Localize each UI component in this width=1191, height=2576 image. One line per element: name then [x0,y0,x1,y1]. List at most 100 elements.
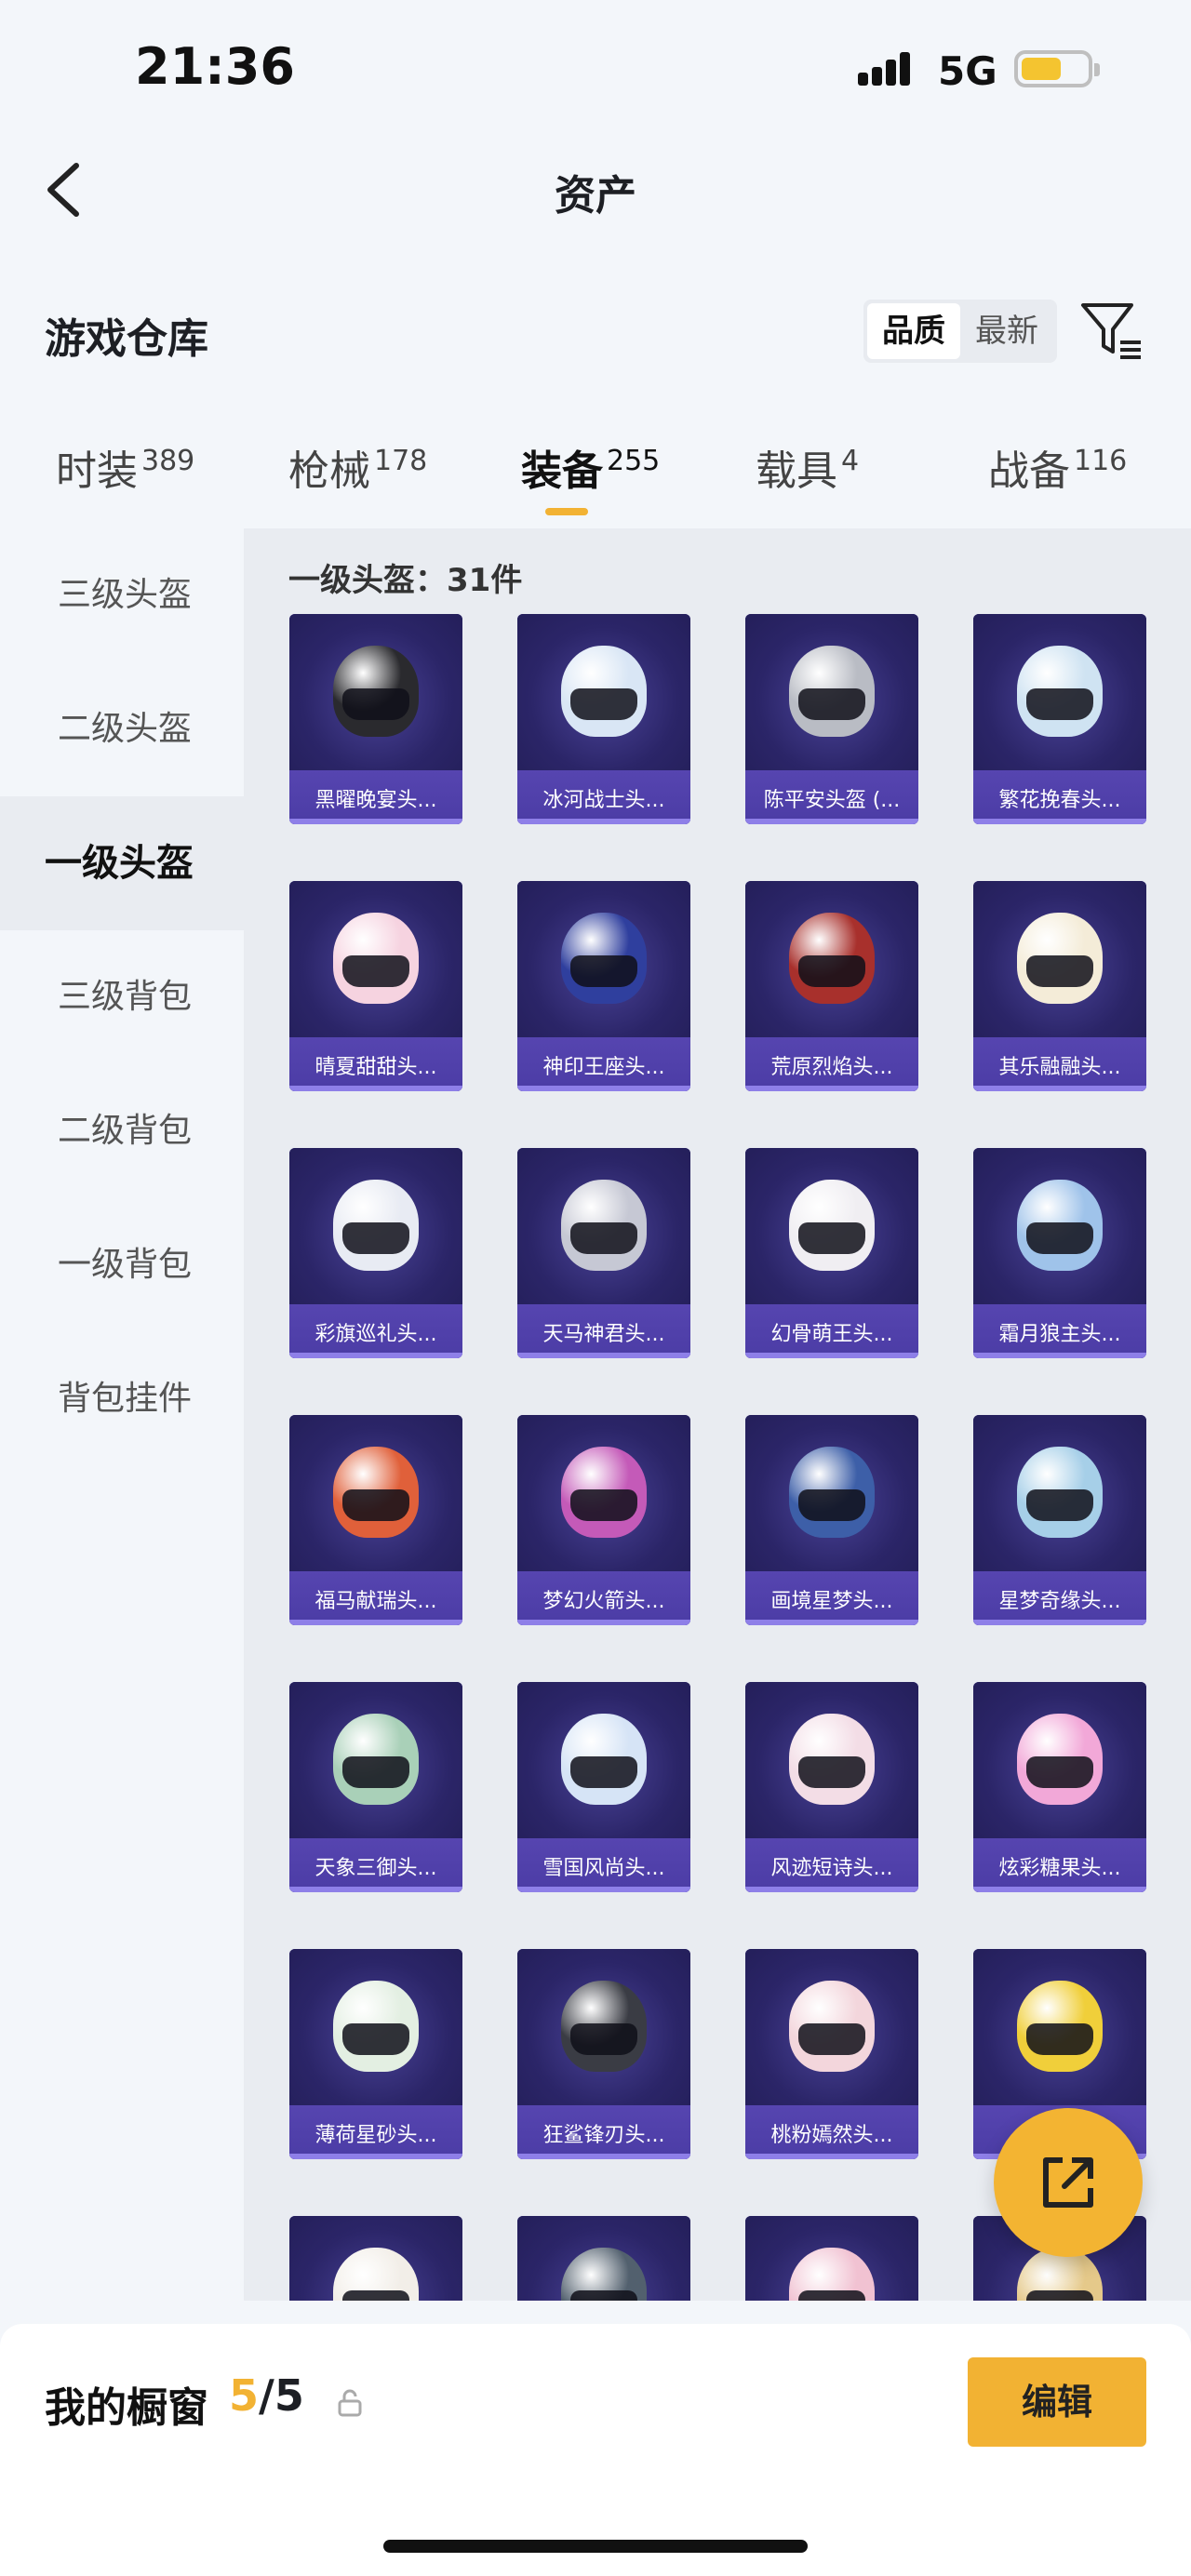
sidebar-item-level1-backpack[interactable]: 一级背包 [0,1198,244,1332]
item-card[interactable]: 彩旗巡礼头... [289,1148,462,1358]
item-name: 天马神君头... [542,1323,665,1346]
item-card[interactable]: 晴夏甜甜头... [289,881,462,1091]
sidebar-item-level1-helmet[interactable]: 一级头盔 [0,796,244,930]
item-card[interactable] [289,2216,462,2301]
tab-fashion[interactable]: 时装 389 [56,437,194,521]
tab-vehicles[interactable]: 载具 4 [756,437,859,521]
item-card[interactable]: 天象三御头... [289,1682,462,1892]
item-image [745,614,918,770]
item-card[interactable]: 冰河战士头... [517,614,690,824]
item-card[interactable]: 荒原烈焰头... [745,881,918,1091]
item-image [517,2216,690,2301]
item-name: 神印王座头... [542,1056,665,1079]
item-card[interactable]: 霜月狼主头... [973,1148,1146,1358]
sort-newest-button[interactable]: 最新 [960,303,1053,359]
item-rarity-strip [745,2154,918,2159]
item-name: 彩旗巡礼头... [314,1323,437,1346]
item-name: 天象三御头... [314,1857,437,1880]
tab-label: 时装 [56,447,138,495]
item-card[interactable]: 陈平安头盔 (... [745,614,918,824]
helmet-icon [789,1180,875,1271]
item-card[interactable]: 福马献瑞头... [289,1415,462,1625]
item-name: 画境星梦头... [770,1590,893,1613]
item-card[interactable]: 繁花挽春头... [973,614,1146,824]
item-card[interactable] [745,2216,918,2301]
item-image [973,614,1146,770]
item-rarity-strip [517,1086,690,1091]
lock-icon [337,2389,363,2417]
item-rarity-strip [517,819,690,824]
tab-count: 255 [607,445,661,477]
item-card[interactable]: 画境星梦头... [745,1415,918,1625]
item-card[interactable]: 天马神君头... [517,1148,690,1358]
filter-icon[interactable] [1079,300,1144,361]
sidebar-item-level2-helmet[interactable]: 二级头盔 [0,662,244,796]
helmet-icon [561,2248,647,2301]
showcase-count: 5/5 [229,2370,304,2421]
item-name: 梦幻火箭头... [542,1590,665,1613]
item-image [289,614,462,770]
helmet-icon [789,646,875,737]
item-name: 桃粉嫣然头... [770,2124,893,2147]
item-name: 黑曜晚宴头... [314,789,437,812]
item-card[interactable]: 桃粉嫣然头... [745,1949,918,2159]
item-image [973,881,1146,1037]
item-card[interactable]: 风迹短诗头... [745,1682,918,1892]
item-rarity-strip [289,1620,462,1625]
sidebar-item-level3-backpack[interactable]: 三级背包 [0,930,244,1064]
tab-equipment[interactable]: 装备 255 [521,437,660,521]
item-name: 繁花挽春头... [998,789,1121,812]
item-image [745,1415,918,1571]
tab-label: 载具 [756,447,837,495]
item-rarity-strip [517,2154,690,2159]
item-card[interactable]: 梦幻火箭头... [517,1415,690,1625]
network-label: 5G [938,48,997,94]
item-card[interactable]: 其乐融融头... [973,881,1146,1091]
item-card[interactable]: 神印王座头... [517,881,690,1091]
tab-combat-gear[interactable]: 战备 116 [988,437,1127,521]
helmet-icon [561,913,647,1004]
tab-label: 枪械 [288,447,370,495]
helmet-icon [333,1180,419,1271]
item-card[interactable]: 幻骨萌王头... [745,1148,918,1358]
sidebar-item-level3-helmet[interactable]: 三级头盔 [0,528,244,662]
item-image [973,1682,1146,1838]
sidebar-item-backpack-charm[interactable]: 背包挂件 [0,1332,244,1466]
helmet-icon [561,1714,647,1805]
item-name: 幻骨萌王头... [770,1323,893,1346]
item-image [289,881,462,1037]
warehouse-title: 游戏仓库 [45,315,208,363]
item-rarity-strip [745,1353,918,1358]
item-rarity-strip [517,1620,690,1625]
item-image [745,881,918,1037]
sort-quality-button[interactable]: 品质 [867,303,960,359]
item-rarity-strip [289,819,462,824]
item-card[interactable]: 炫彩糖果头... [973,1682,1146,1892]
edit-button[interactable]: 编辑 [968,2357,1146,2447]
item-rarity-strip [289,1353,462,1358]
tab-count: 4 [841,445,860,477]
helmet-icon [333,1714,419,1805]
item-card[interactable]: 薄荷星砂头... [289,1949,462,2159]
item-card[interactable]: 星梦奇缘头... [973,1415,1146,1625]
share-button[interactable] [994,2108,1143,2257]
item-card[interactable]: 雪国风尚头... [517,1682,690,1892]
sidebar-item-level2-backpack[interactable]: 二级背包 [0,1064,244,1198]
item-card[interactable]: 狂鲨锋刃头... [517,1949,690,2159]
item-name: 荒原烈焰头... [770,1056,893,1079]
item-rarity-strip [745,819,918,824]
share-icon [1043,2157,1093,2208]
item-image [973,1148,1146,1304]
tab-weapons[interactable]: 枪械 178 [288,437,427,521]
helmet-icon [333,1981,419,2072]
item-card[interactable]: 黑曜晚宴头... [289,614,462,824]
helmet-icon [1017,1180,1103,1271]
item-rarity-strip [973,1353,1146,1358]
item-card[interactable] [517,2216,690,2301]
showcase-count-current: 5 [229,2370,260,2421]
item-image [517,1949,690,2105]
tab-label: 战备 [988,447,1070,495]
showcase-count-total: /5 [259,2370,304,2421]
item-name: 冰河战士头... [542,789,665,812]
helmet-icon [1017,913,1103,1004]
